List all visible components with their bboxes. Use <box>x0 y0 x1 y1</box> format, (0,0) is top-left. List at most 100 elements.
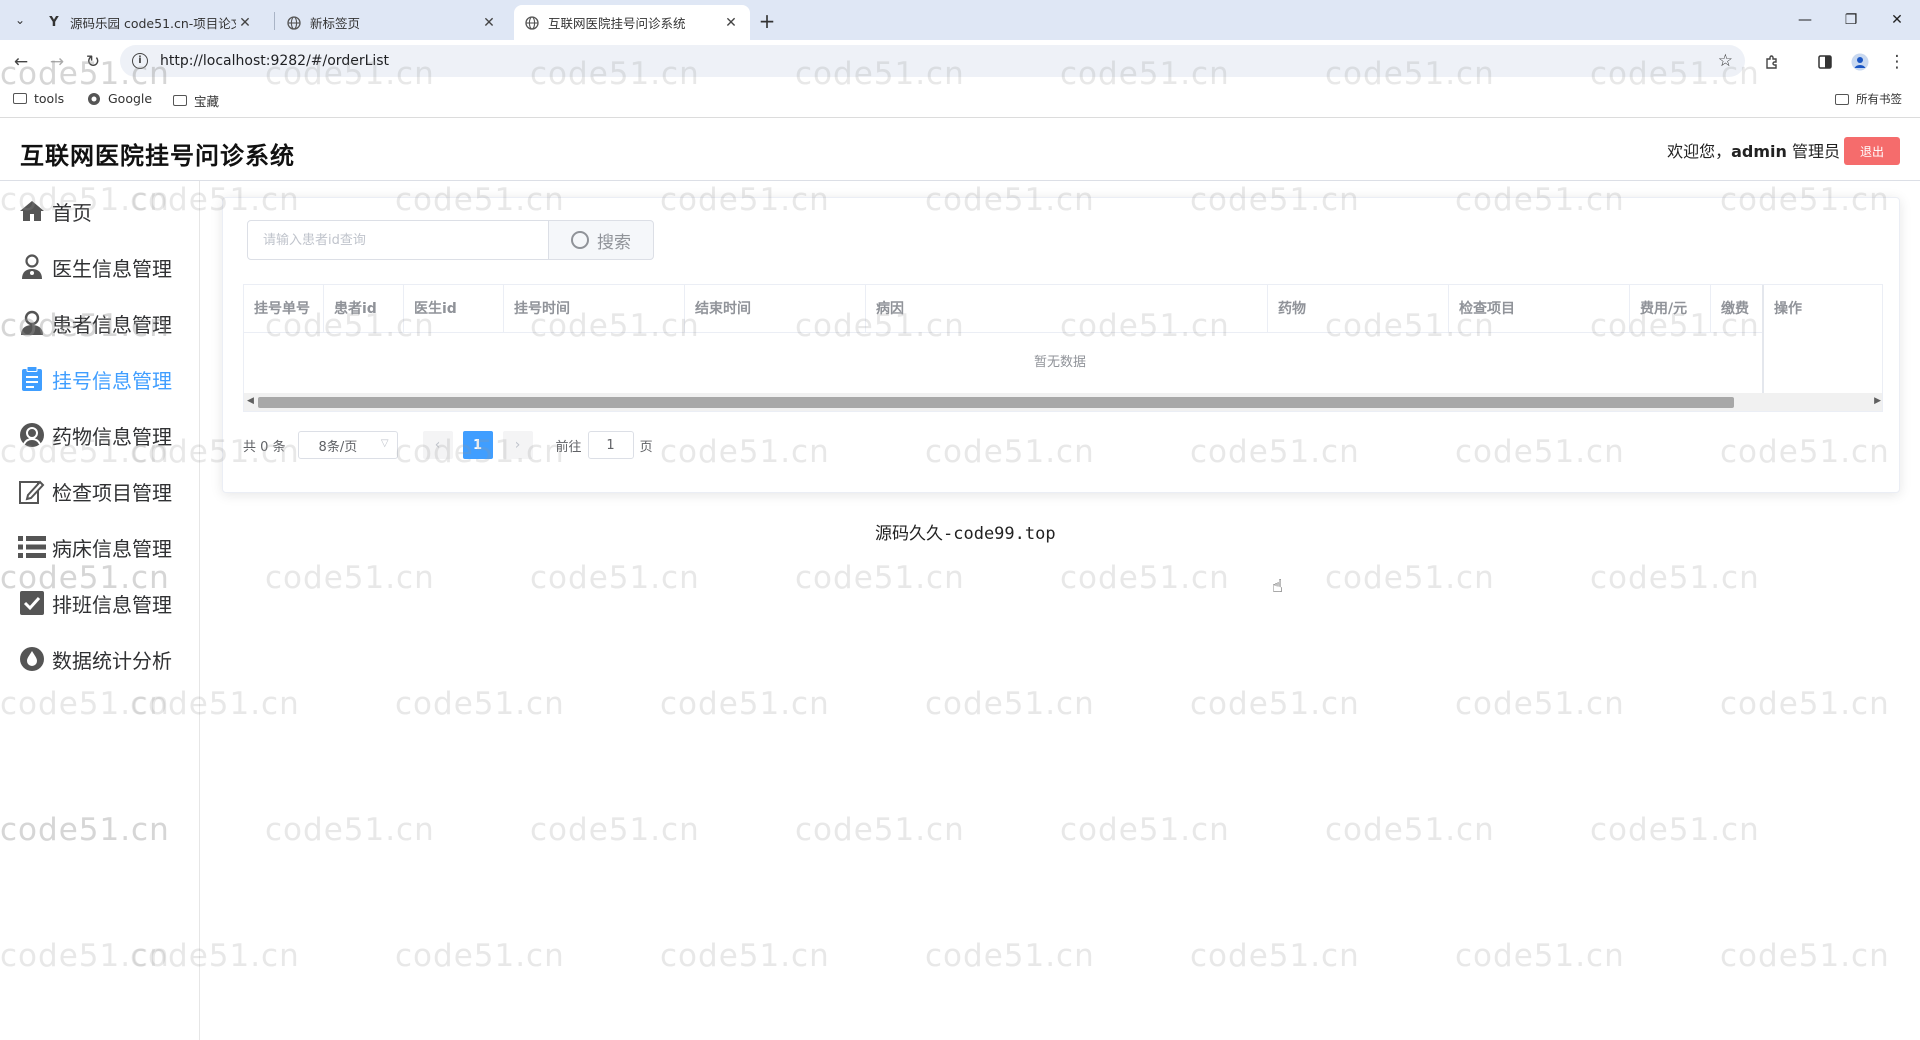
app-title: 互联网医院挂号问诊系统 <box>20 142 295 170</box>
checkbox-icon <box>18 589 46 617</box>
bookmark-label: Google <box>108 91 153 106</box>
page-size-select[interactable]: 8条/页 ▽ <box>297 431 398 459</box>
page-size-value: 8条/页 <box>318 439 358 455</box>
bookmark-label: 宝藏 <box>194 94 220 109</box>
bookmark-star-icon[interactable]: ☆ <box>1718 51 1733 71</box>
address-bar[interactable]: i http://localhost:9282/#/orderList ☆ <box>120 45 1745 77</box>
column-header[interactable]: 患者id <box>324 285 404 333</box>
folder-icon <box>12 92 28 106</box>
username: admin <box>1731 142 1787 161</box>
tab-title: 新标签页 <box>310 16 361 31</box>
extensions-puzzle-icon[interactable] <box>1759 49 1785 75</box>
column-header[interactable]: 费用/元 <box>1630 285 1711 333</box>
profile-avatar-icon[interactable] <box>1847 49 1873 75</box>
drop-icon <box>18 645 46 673</box>
forward-arrow-icon[interactable]: → <box>44 49 70 75</box>
prev-page-button[interactable]: ‹ <box>422 431 453 459</box>
patient-id-search-input[interactable] <box>247 220 549 260</box>
sidebar-item-statistics[interactable]: 数据统计分析 <box>18 639 172 679</box>
sidebar-item-label: 患者信息管理 <box>52 312 172 337</box>
globe-icon <box>286 15 302 31</box>
column-header[interactable]: 药物 <box>1268 285 1449 333</box>
close-icon[interactable]: ✕ <box>236 15 254 31</box>
page-suffix: 页 <box>639 439 653 455</box>
goto-page-input[interactable] <box>587 431 634 459</box>
google-icon <box>86 92 102 106</box>
column-header[interactable]: 挂号时间 <box>504 285 685 333</box>
browser-tab-3-active[interactable]: 互联网医院挂号问诊系统 ✕ <box>514 5 750 40</box>
sidebar-item-label: 药物信息管理 <box>52 424 172 449</box>
close-icon[interactable]: ✕ <box>722 15 740 31</box>
scroll-right-arrow-icon[interactable]: ▶ <box>1874 396 1881 406</box>
browser-tab-1[interactable]: Y 源码乐园 code51.cn-项目论文 ✕ <box>36 5 264 40</box>
column-header[interactable]: 医生id <box>404 285 504 333</box>
tab-separator <box>274 12 275 30</box>
home-icon <box>18 197 46 225</box>
close-icon[interactable]: ✕ <box>480 15 498 31</box>
column-header[interactable]: 检查项目 <box>1449 285 1630 333</box>
next-page-button[interactable]: › <box>502 431 533 459</box>
more-menu-icon[interactable]: ⋮ <box>1884 49 1910 75</box>
site-info-icon[interactable]: i <box>132 53 148 69</box>
sidebar-item-exams[interactable]: 检查项目管理 <box>18 471 172 511</box>
column-header[interactable]: 缴费 <box>1711 285 1763 333</box>
sidebar-item-beds[interactable]: 病床信息管理 <box>18 527 172 567</box>
logout-button[interactable]: 退出 <box>1844 137 1900 165</box>
all-bookmarks[interactable]: 所有书签 <box>1834 91 1902 107</box>
column-header[interactable]: 病因 <box>866 285 1268 333</box>
sidebar-item-label: 检查项目管理 <box>52 480 172 505</box>
bookmark-tools[interactable]: tools <box>12 91 64 106</box>
tab-title: 源码乐园 code51.cn-项目论文 <box>70 16 236 31</box>
sidebar-item-patients[interactable]: 患者信息管理 <box>18 303 172 343</box>
sidebar-item-label: 数据统计分析 <box>52 648 172 673</box>
medicine-icon <box>18 421 46 449</box>
pagination: 共 0 条 8条/页 ▽ ‹ 1 › 前往 页 <box>243 430 653 460</box>
horizontal-scrollbar[interactable]: ◀ ▶ <box>244 393 1882 411</box>
chevron-down-icon: ▽ <box>380 438 389 449</box>
sidebar: 首页 医生信息管理 患者信息管理 挂号信息管理 药物信息管理 检查项目管理 病床… <box>0 181 200 1040</box>
bookmark-google[interactable]: Google <box>86 91 152 106</box>
goto-label: 前往 <box>555 439 582 455</box>
new-tab-plus-icon[interactable]: + <box>754 8 780 34</box>
minimize-icon[interactable]: — <box>1782 0 1828 40</box>
column-header[interactable]: 挂号单号 <box>244 285 324 333</box>
welcome-text: 欢迎您，admin 管理员 <box>1667 138 1840 162</box>
sidebar-item-registrations[interactable]: 挂号信息管理 <box>18 359 172 399</box>
url-text[interactable]: http://localhost:9282/#/orderList <box>160 53 389 69</box>
edit-icon <box>18 477 46 505</box>
column-header[interactable]: 结束时间 <box>685 285 866 333</box>
search-button-label: 搜索 <box>597 232 631 253</box>
sidebar-item-medicines[interactable]: 药物信息管理 <box>18 415 172 455</box>
reload-icon[interactable]: ↻ <box>80 49 106 75</box>
sidebar-item-doctors[interactable]: 医生信息管理 <box>18 247 172 287</box>
search-button[interactable]: 搜索 <box>548 220 654 260</box>
sidebar-item-label: 医生信息管理 <box>52 256 172 281</box>
sidebar-item-schedules[interactable]: 排班信息管理 <box>18 583 172 623</box>
side-panel-icon[interactable] <box>1812 49 1838 75</box>
bookmarks-bar: tools Google 宝藏 所有书签 <box>0 82 1920 118</box>
restore-icon[interactable]: ❐ <box>1828 0 1874 40</box>
total-count: 共 0 条 <box>243 439 286 455</box>
order-list-card: 搜索 挂号单号 患者id 医生id 挂号时间 结束时间 病因 药物 检查项目 费… <box>222 197 1900 493</box>
column-header[interactable]: 操作 <box>1764 285 1882 333</box>
scroll-left-arrow-icon[interactable]: ◀ <box>247 396 254 406</box>
table-header: 挂号单号 患者id 医生id 挂号时间 结束时间 病因 药物 检查项目 费用/元… <box>244 285 1882 333</box>
browser-tab-2[interactable]: 新标签页 ✕ <box>276 5 508 40</box>
user-role: 管理员 <box>1791 142 1840 161</box>
tab-title: 互联网医院挂号问诊系统 <box>548 16 686 31</box>
all-bookmarks-label: 所有书签 <box>1856 92 1902 106</box>
patient-icon <box>18 309 46 337</box>
bookmark-treasure[interactable]: 宝藏 <box>172 91 219 110</box>
main-content: 搜索 挂号单号 患者id 医生id 挂号时间 结束时间 病因 药物 检查项目 费… <box>200 181 1920 1040</box>
welcome-prefix: 欢迎您， <box>1667 142 1732 161</box>
tab-search-chevron-icon[interactable]: ⌄ <box>8 8 32 32</box>
folder-icon <box>172 94 188 108</box>
window-close-icon[interactable]: ✕ <box>1874 0 1920 40</box>
sidebar-item-label: 挂号信息管理 <box>52 368 172 393</box>
document-icon <box>18 365 46 393</box>
page-number-current[interactable]: 1 <box>462 431 493 459</box>
scrollbar-thumb[interactable] <box>258 397 1734 408</box>
back-arrow-icon[interactable]: ← <box>8 49 34 75</box>
sidebar-item-home[interactable]: 首页 <box>18 191 92 231</box>
search-icon <box>571 231 589 249</box>
